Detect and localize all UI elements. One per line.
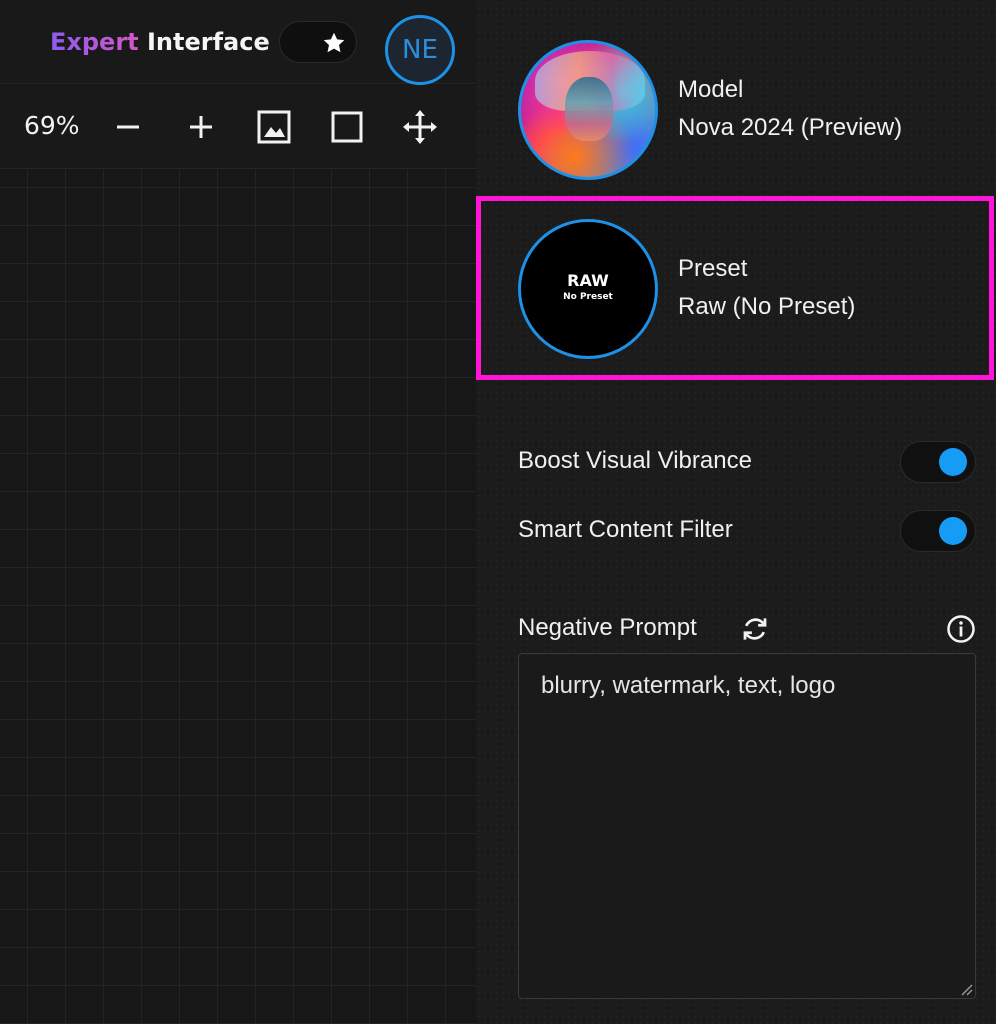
model-thumbnail[interactable]: [518, 40, 658, 180]
zoom-in-button[interactable]: [181, 107, 221, 147]
toggle-knob: [939, 517, 967, 545]
content-filter-label: Smart Content Filter: [518, 516, 733, 543]
app-root: Expert Interface NE 69% Model Nova 2024 …: [0, 0, 996, 1024]
brand-part-2: Interface: [147, 28, 270, 56]
square-icon: [331, 111, 363, 143]
negative-prompt-value: blurry, watermark, text, logo: [541, 672, 836, 699]
model-name[interactable]: Nova 2024 (Preview): [678, 112, 902, 144]
preset-name[interactable]: Raw (No Preset): [678, 291, 855, 323]
brand-title: Expert Interface: [50, 26, 270, 58]
info-icon[interactable]: [946, 614, 976, 644]
boost-vibrance-label: Boost Visual Vibrance: [518, 447, 752, 474]
negative-prompt-input[interactable]: blurry, watermark, text, logo: [518, 653, 976, 999]
move-button[interactable]: [400, 107, 440, 147]
zoom-level: 69%: [24, 111, 80, 140]
model-label: Model: [678, 76, 744, 103]
negative-prompt-label: Negative Prompt: [518, 614, 697, 641]
canvas-grid[interactable]: [0, 170, 476, 1024]
plus-icon: [190, 116, 212, 138]
content-filter-toggle[interactable]: [900, 510, 976, 552]
resize-grip-icon[interactable]: [959, 982, 973, 996]
canvas-pane: Expert Interface NE 69%: [0, 0, 476, 1024]
preset-thumb-subtitle: No Preset: [563, 292, 613, 302]
canvas-toolbar: 69%: [0, 85, 476, 169]
minus-icon: [117, 125, 139, 129]
preset-label: Preset: [678, 255, 748, 282]
negative-prompt-header: Negative Prompt: [518, 612, 978, 648]
image-icon: [257, 110, 291, 144]
thumbnail-face: [565, 77, 613, 141]
refresh-icon[interactable]: [740, 614, 770, 644]
move-icon: [403, 110, 437, 144]
zoom-out-button[interactable]: [108, 107, 148, 147]
star-icon: [323, 32, 345, 53]
boost-vibrance-toggle[interactable]: [900, 441, 976, 483]
toggle-knob: [939, 448, 967, 476]
brand-part-1: Expert: [50, 28, 139, 56]
preset-thumbnail[interactable]: RAW No Preset: [518, 219, 658, 359]
top-bar: Expert Interface NE: [0, 0, 476, 85]
frame-button[interactable]: [327, 107, 367, 147]
preset-thumb-title: RAW: [567, 271, 609, 290]
image-button[interactable]: [254, 107, 294, 147]
user-avatar[interactable]: NE: [385, 15, 455, 85]
settings-panel: Model Nova 2024 (Preview) RAW No Preset …: [476, 0, 996, 1024]
favorite-toggle[interactable]: [279, 21, 357, 63]
